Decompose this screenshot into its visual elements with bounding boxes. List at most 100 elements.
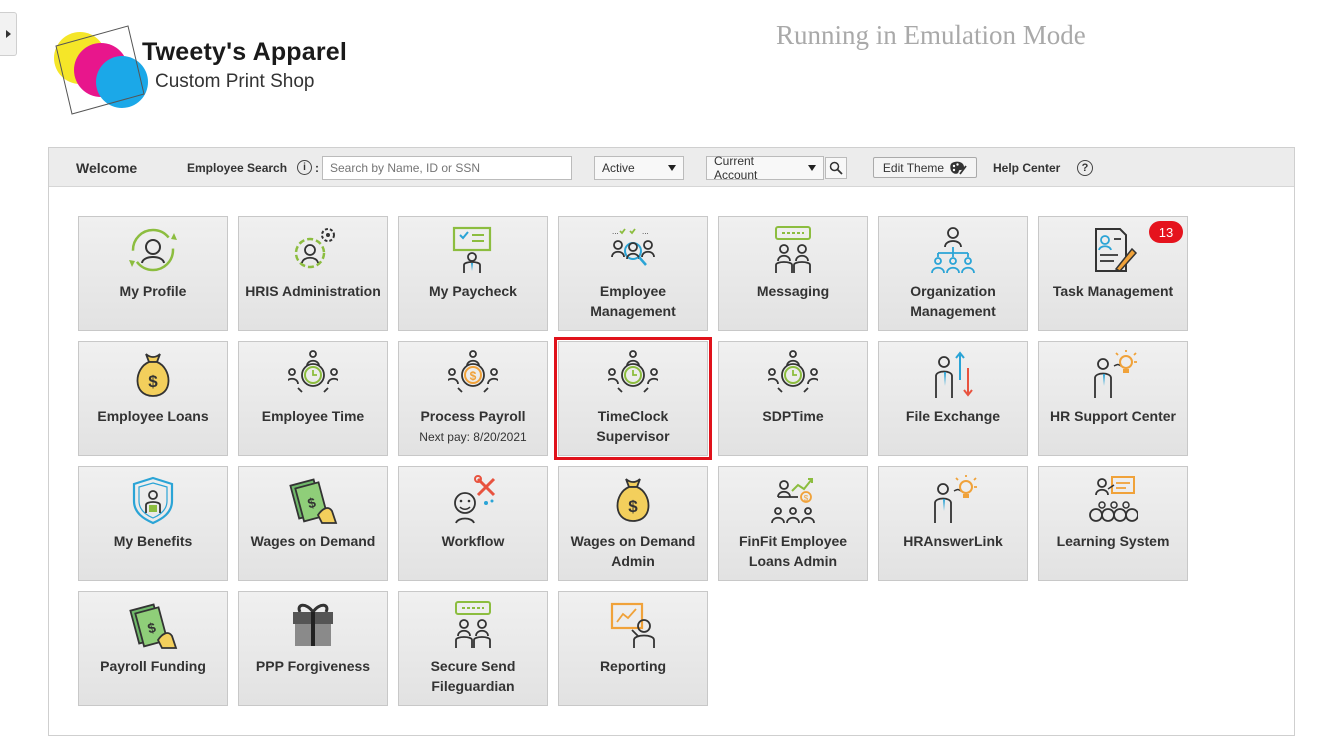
money-bag-icon: $ bbox=[136, 353, 170, 397]
tile-wages-on-demand[interactable]: $ Wages on Demand bbox=[238, 466, 388, 581]
team-magnifier-icon: ...... bbox=[611, 227, 655, 266]
tile-my-profile[interactable]: My Profile bbox=[78, 216, 228, 331]
tile-file-exchange[interactable]: File Exchange bbox=[878, 341, 1028, 456]
edit-theme-button[interactable]: Edit Theme bbox=[873, 157, 977, 178]
tile-label: Workflow bbox=[441, 533, 505, 549]
document-pencil-icon bbox=[1095, 228, 1138, 272]
caret-down-icon bbox=[808, 165, 816, 171]
emulation-banner: Running in Emulation Mode bbox=[776, 20, 1086, 50]
tile-label: Messaging bbox=[756, 283, 830, 299]
tile-label: My Paycheck bbox=[429, 283, 517, 299]
tile-label: Learning System bbox=[1056, 533, 1170, 549]
tile-employee-management[interactable]: ...... Employee Management bbox=[558, 216, 708, 331]
tile-label: Process Payroll Next pay: 8/20/2021 bbox=[403, 406, 543, 446]
tile-payroll-funding[interactable]: $ Payroll Funding bbox=[78, 591, 228, 706]
tile-messaging[interactable]: Messaging bbox=[718, 216, 868, 331]
tile-label: TimeClock Supervisor bbox=[596, 408, 670, 444]
tile-label: SDPTime bbox=[762, 408, 824, 424]
tile-my-benefits[interactable]: My Benefits bbox=[78, 466, 228, 581]
tile-process-payroll[interactable]: $ Process Payroll Next pay: 8/20/2021 bbox=[398, 341, 548, 456]
tile-label: File Exchange bbox=[905, 408, 1001, 424]
help-icon[interactable]: ? bbox=[1077, 160, 1093, 176]
tile-label: HR Support Center bbox=[1050, 408, 1176, 424]
tile-employee-loans[interactable]: $ Employee Loans bbox=[78, 341, 228, 456]
tile-label: Wages on Demand bbox=[250, 533, 376, 549]
person-arrows-icon bbox=[935, 351, 973, 398]
tile-label: Employee Loans bbox=[97, 408, 209, 424]
paycheck-sign-icon bbox=[452, 226, 492, 273]
svg-text:$: $ bbox=[804, 494, 809, 503]
search-icon[interactable] bbox=[825, 157, 847, 179]
tile-label: FinFit Employee Loans Admin bbox=[738, 533, 848, 569]
chat-people-icon bbox=[455, 601, 491, 648]
help-center-link[interactable]: Help Center bbox=[993, 148, 1060, 187]
clock-people-icon bbox=[608, 350, 658, 393]
tile-label: Secure Send Fileguardian bbox=[430, 658, 516, 694]
clock-people-icon bbox=[768, 350, 818, 393]
account-select[interactable]: Current Account bbox=[706, 154, 824, 182]
tile-sdptime[interactable]: SDPTime bbox=[718, 341, 868, 456]
gift-icon bbox=[293, 603, 333, 646]
tile-organization-management[interactable]: Organization Management bbox=[878, 216, 1028, 331]
chat-people-icon bbox=[775, 226, 811, 273]
tile-reporting[interactable]: Reporting bbox=[558, 591, 708, 706]
main-panel: Welcome Employee Search i : Active Curre… bbox=[48, 147, 1295, 736]
report-board-icon bbox=[610, 602, 655, 648]
shield-person-icon bbox=[132, 476, 174, 525]
teacher-class-icon bbox=[1089, 476, 1138, 522]
tile-label: Organization Management bbox=[910, 283, 996, 319]
tile-label: Employee Time bbox=[261, 408, 365, 424]
tile-label: HRIS Administration bbox=[245, 283, 381, 299]
notification-badge: 13 bbox=[1149, 221, 1183, 243]
org-chart-icon bbox=[931, 227, 975, 274]
tile-label: HRAnswerLink bbox=[903, 533, 1003, 549]
tile-ppp-forgiveness[interactable]: PPP Forgiveness bbox=[238, 591, 388, 706]
welcome-link[interactable]: Welcome bbox=[76, 148, 137, 187]
caret-down-icon bbox=[668, 165, 676, 171]
tile-my-paycheck[interactable]: My Paycheck bbox=[398, 216, 548, 331]
svg-text:$: $ bbox=[628, 497, 638, 516]
tile-task-management[interactable]: Task Management 13 bbox=[1038, 216, 1188, 331]
info-icon[interactable]: i bbox=[297, 148, 312, 187]
sidebar-toggle[interactable] bbox=[0, 12, 17, 56]
svg-text:...: ... bbox=[642, 227, 649, 236]
tile-hris-administration[interactable]: HRIS Administration bbox=[238, 216, 388, 331]
tile-label: My Benefits bbox=[113, 533, 193, 549]
paint-palette-icon bbox=[950, 161, 967, 175]
person-gear-icon bbox=[294, 228, 335, 269]
tile-workflow[interactable]: Workflow bbox=[398, 466, 548, 581]
tile-wages-on-demand-admin[interactable]: $ Wages on Demand Admin bbox=[558, 466, 708, 581]
person-tools-icon bbox=[454, 475, 496, 524]
tile-label: Employee Management bbox=[590, 283, 676, 319]
tile-learning-system[interactable]: Learning System bbox=[1038, 466, 1188, 581]
triangle-right-icon bbox=[5, 30, 11, 38]
coin-people-icon: $ bbox=[448, 350, 498, 393]
tile-label: Payroll Funding bbox=[100, 658, 206, 674]
tile-timeclock-supervisor[interactable]: TimeClock Supervisor bbox=[554, 337, 712, 460]
tile-label: Wages on Demand Admin bbox=[570, 533, 696, 569]
svg-text:...: ... bbox=[612, 227, 619, 236]
tile-label: Task Management bbox=[1052, 283, 1174, 299]
employee-search-input[interactable] bbox=[322, 156, 572, 180]
person-lightbulb-icon bbox=[1094, 350, 1137, 398]
clock-people-icon bbox=[288, 350, 338, 393]
toolbar: Welcome Employee Search i : Active Curre… bbox=[49, 148, 1294, 187]
svg-text:$: $ bbox=[148, 372, 158, 391]
money-bag-icon: $ bbox=[616, 478, 650, 522]
tile-label: PPP Forgiveness bbox=[255, 658, 371, 674]
tile-finfit-employee-loans-admin[interactable]: $ FinFit Employee Loans Admin bbox=[718, 466, 868, 581]
tile-label: My Profile bbox=[119, 283, 187, 299]
tile-hranswerlink[interactable]: HRAnswerLink bbox=[878, 466, 1028, 581]
company-name: Tweety's Apparel bbox=[142, 38, 348, 66]
person-lightbulb-icon bbox=[934, 475, 977, 523]
cash-hand-icon: $ bbox=[289, 478, 338, 524]
profile-refresh-icon bbox=[129, 228, 177, 272]
tile-hr-support-center[interactable]: HR Support Center bbox=[1038, 341, 1188, 456]
employee-search-label: Employee Search bbox=[187, 160, 288, 175]
tile-employee-time[interactable]: Employee Time bbox=[238, 341, 388, 456]
company-tagline: Custom Print Shop bbox=[155, 71, 315, 92]
tile-secure-send-fileguardian[interactable]: Secure Send Fileguardian bbox=[398, 591, 548, 706]
tile-sublabel: Next pay: 8/20/2021 bbox=[419, 430, 527, 444]
svg-text:$: $ bbox=[470, 369, 477, 383]
status-select[interactable]: Active bbox=[594, 156, 684, 180]
